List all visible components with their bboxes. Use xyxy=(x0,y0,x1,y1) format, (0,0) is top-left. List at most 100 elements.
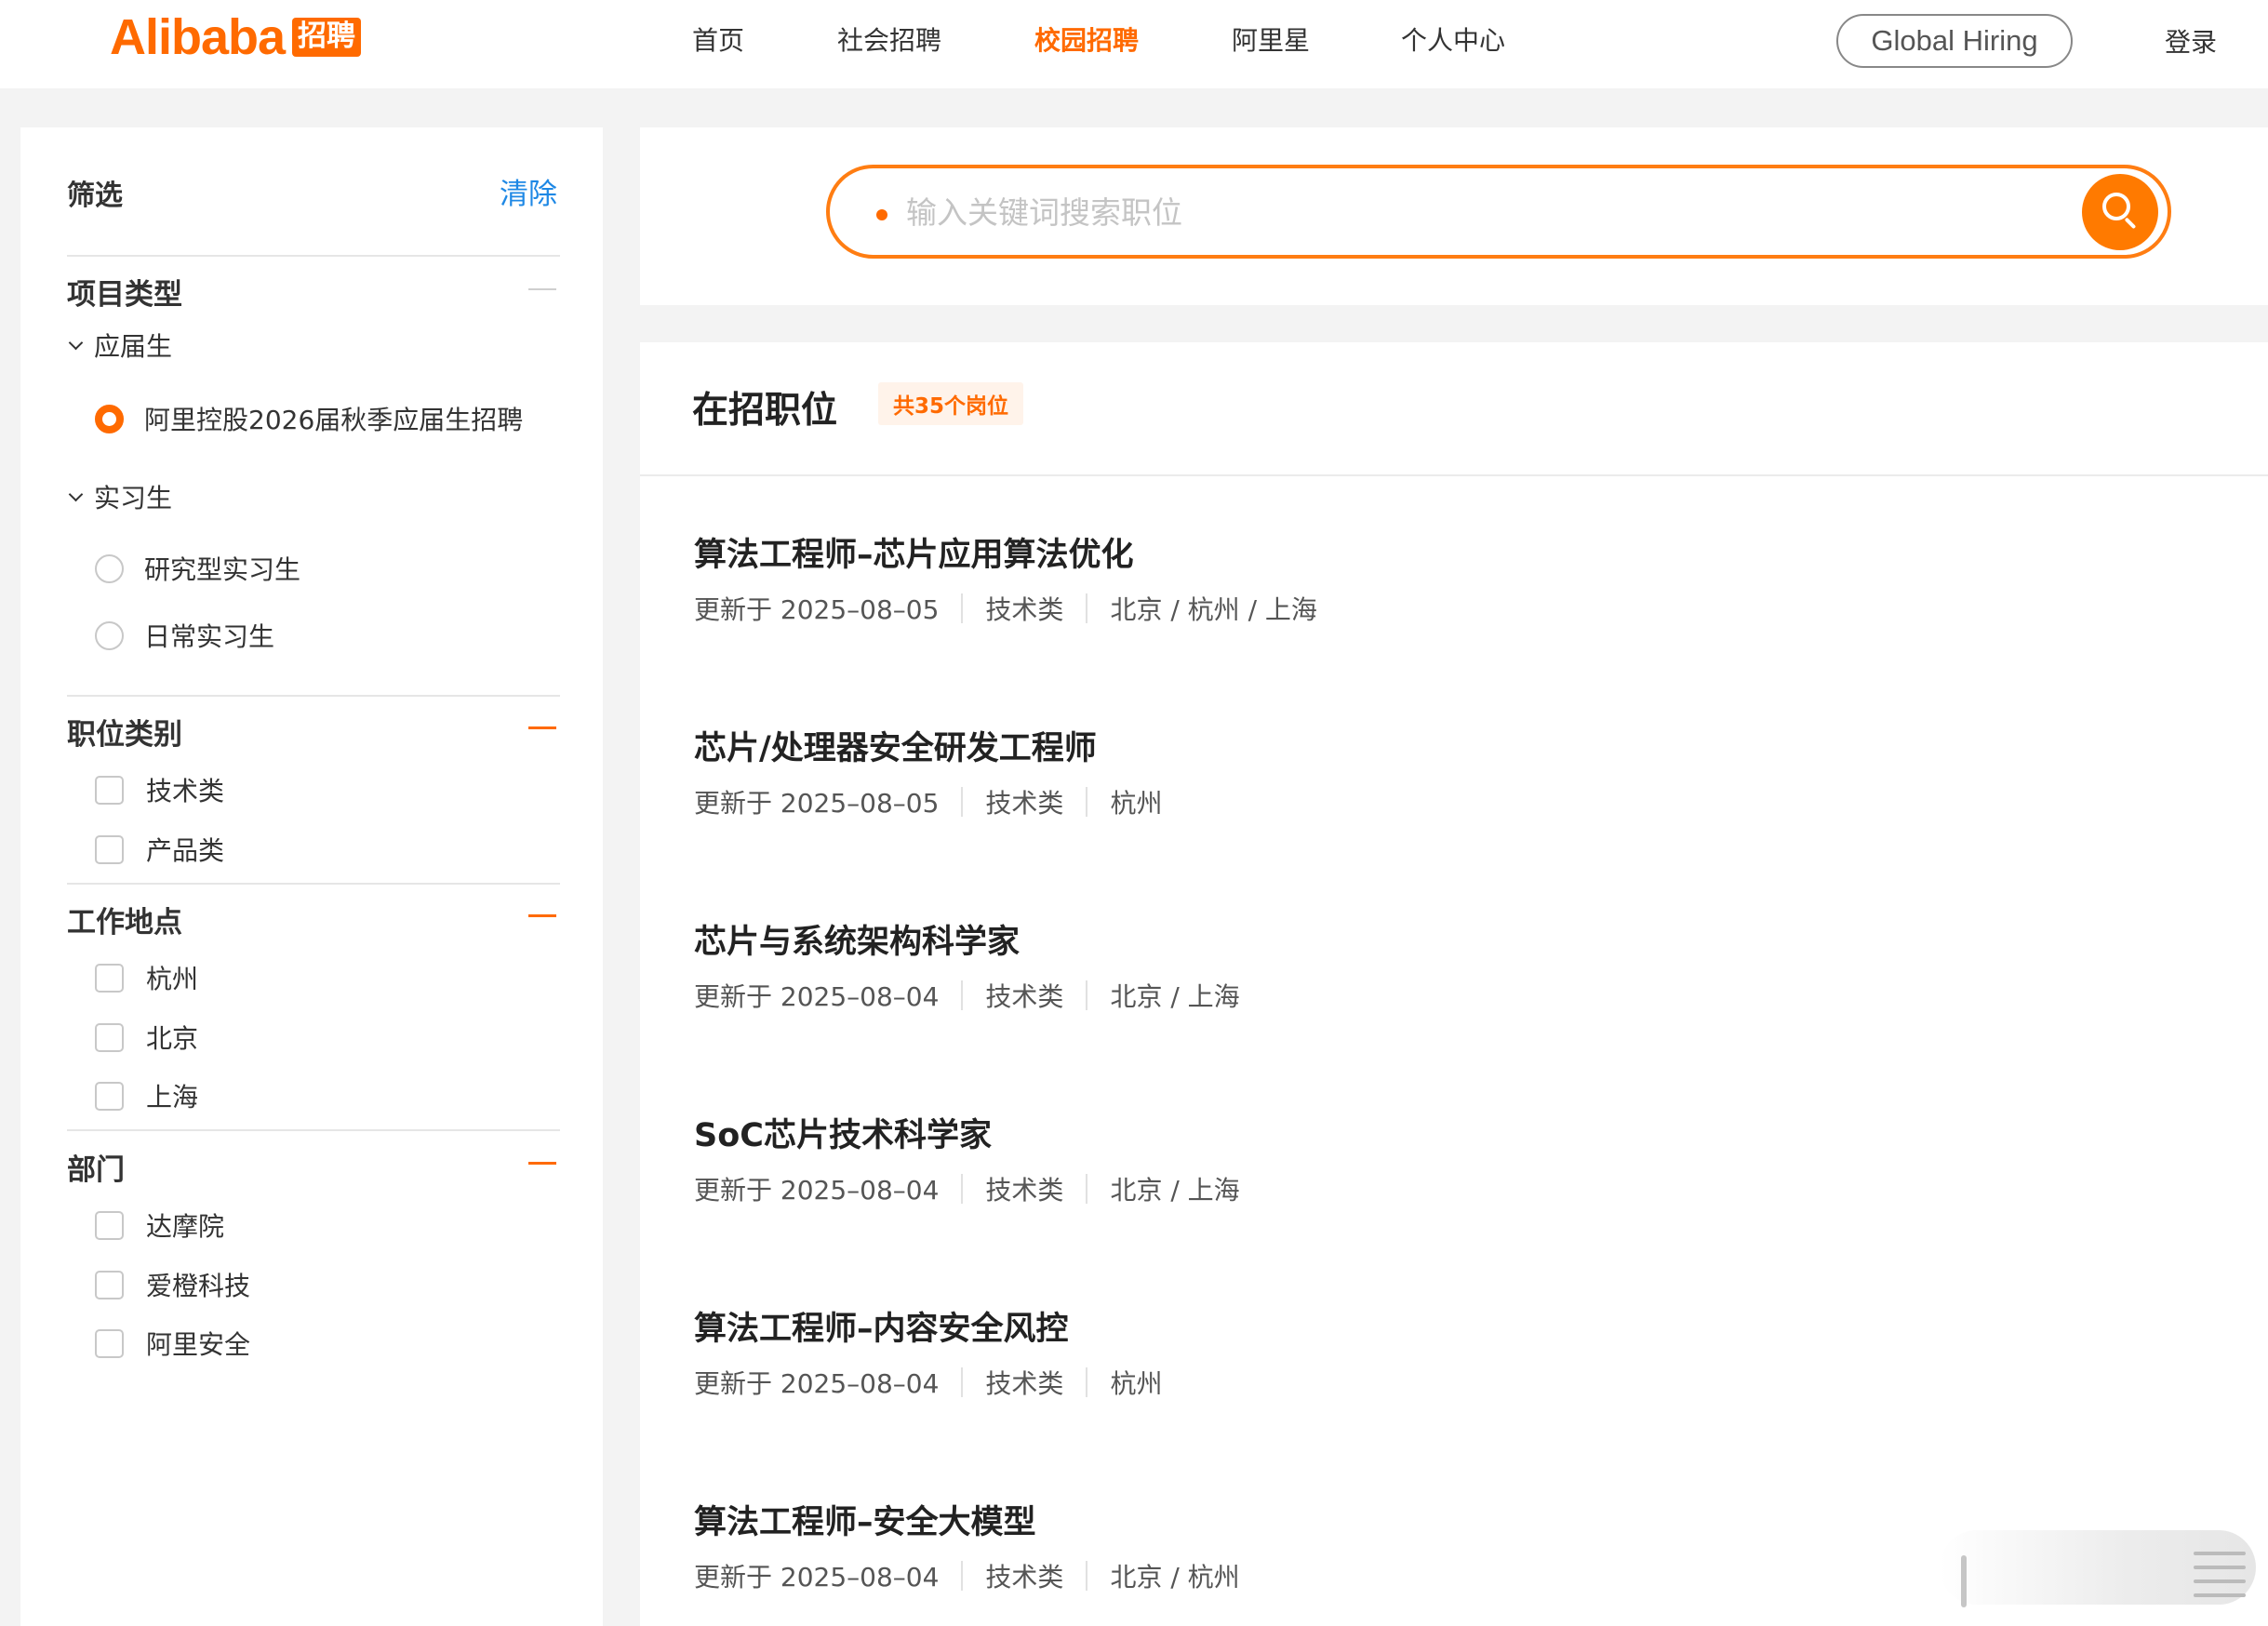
job-category: 技术类 xyxy=(985,594,1064,625)
divider xyxy=(67,1129,560,1131)
clear-filters-button[interactable]: 清除 xyxy=(500,170,557,212)
nav-ali-star[interactable]: 阿里星 xyxy=(1232,24,1310,58)
option-label: 爱橙科技 xyxy=(146,1271,251,1301)
radio-option-2026-autumn-graduate[interactable]: 阿里控股2026届秋季应届生招聘 xyxy=(95,400,523,437)
logo-badge: 招聘 xyxy=(292,18,362,57)
job-updated-date: 更新于 2025–08–05 xyxy=(694,594,940,625)
job-category: 技术类 xyxy=(985,1175,1064,1206)
job-title[interactable]: 算法工程师–芯片应用算法优化 xyxy=(694,528,1134,576)
job-meta: 更新于 2025–08–04 技术类 北京 / 上海 xyxy=(694,977,1240,1014)
minus-icon[interactable] xyxy=(528,1162,556,1165)
job-locations: 北京 / 上海 xyxy=(1110,981,1240,1012)
checkbox-icon xyxy=(95,963,124,993)
chevron-down-icon xyxy=(68,335,84,350)
job-title[interactable]: 算法工程师–内容安全风控 xyxy=(694,1302,1069,1350)
job-category: 技术类 xyxy=(985,788,1064,819)
meta-separator xyxy=(961,787,964,817)
alibaba-recruitment-logo[interactable]: Alibaba 招聘 xyxy=(110,9,362,65)
job-list-item[interactable]: SoC芯片技术科学家 更新于 2025–08–04 技术类 北京 / 上海 xyxy=(694,1109,2182,1220)
job-locations: 北京 / 杭州 / 上海 xyxy=(1110,594,1317,625)
job-title[interactable]: 算法工程师–安全大模型 xyxy=(694,1496,1036,1543)
nav-home[interactable]: 首页 xyxy=(692,24,744,58)
job-updated-date: 更新于 2025–08–04 xyxy=(694,1368,940,1399)
job-updated-date: 更新于 2025–08–05 xyxy=(694,788,940,819)
scroll-handle-icon[interactable] xyxy=(1961,1555,1967,1607)
radio-option-daily-intern[interactable]: 日常实习生 xyxy=(95,617,274,654)
minus-icon[interactable] xyxy=(528,914,556,917)
menu-icon[interactable] xyxy=(2194,1552,2246,1607)
job-title[interactable]: 芯片与系统架构科学家 xyxy=(694,915,1020,963)
job-list-item[interactable]: 芯片/处理器安全研发工程师 更新于 2025–08–05 技术类 杭州 xyxy=(694,722,2182,833)
job-meta: 更新于 2025–08–04 技术类 杭州 xyxy=(694,1364,1162,1401)
dot-icon xyxy=(876,209,887,220)
checkbox-option-damo-academy[interactable]: 达摩院 xyxy=(95,1206,224,1244)
job-meta: 更新于 2025–08–04 技术类 北京 / 上海 xyxy=(694,1170,1240,1207)
option-label: 阿里安全 xyxy=(146,1329,251,1360)
search-icon-handle xyxy=(2124,217,2137,230)
top-navigation-bar: Alibaba 招聘 首页 社会招聘 校园招聘 阿里星 个人中心 Global … xyxy=(0,0,2268,88)
checkbox-icon xyxy=(95,1210,124,1240)
section-title-project-type: 项目类型 xyxy=(67,278,182,312)
chevron-down-icon xyxy=(68,486,84,501)
job-list-item[interactable]: 算法工程师–内容安全风控 更新于 2025–08–04 技术类 杭州 xyxy=(694,1302,2182,1414)
meta-separator xyxy=(961,1367,964,1397)
nav-personal-center[interactable]: 个人中心 xyxy=(1401,24,1505,58)
job-locations: 杭州 xyxy=(1110,1368,1163,1399)
job-title[interactable]: 芯片/处理器安全研发工程师 xyxy=(694,722,1097,769)
radio-selected-icon xyxy=(95,404,124,433)
checkbox-option-hangzhou[interactable]: 杭州 xyxy=(95,959,198,996)
checkbox-option-product[interactable]: 产品类 xyxy=(95,831,224,868)
job-list-item[interactable]: 算法工程师–芯片应用算法优化 更新于 2025–08–05 技术类 北京 / 杭… xyxy=(694,528,2182,640)
divider xyxy=(67,883,560,885)
login-link[interactable]: 登录 xyxy=(2165,22,2217,60)
checkbox-option-tech[interactable]: 技术类 xyxy=(95,771,224,808)
option-label: 技术类 xyxy=(146,776,225,806)
logo-wordmark: Alibaba xyxy=(110,9,286,65)
option-label: 阿里控股2026届秋季应届生招聘 xyxy=(144,405,524,435)
job-list-item[interactable]: 芯片与系统架构科学家 更新于 2025–08–04 技术类 北京 / 上海 xyxy=(694,915,2182,1027)
meta-separator xyxy=(1086,787,1088,817)
job-locations: 北京 / 上海 xyxy=(1110,1175,1240,1206)
job-title[interactable]: SoC芯片技术科学家 xyxy=(694,1109,992,1156)
checkbox-option-shanghai[interactable]: 上海 xyxy=(95,1077,198,1114)
minus-icon[interactable] xyxy=(528,726,556,729)
meta-separator xyxy=(1086,980,1088,1010)
checkbox-option-beijing[interactable]: 北京 xyxy=(95,1019,198,1056)
job-category: 技术类 xyxy=(985,1562,1064,1593)
group-toggle-intern[interactable]: 实习生 xyxy=(67,478,172,515)
checkbox-icon xyxy=(95,1081,124,1111)
checkbox-option-ali-security[interactable]: 阿里安全 xyxy=(95,1325,250,1362)
section-title-location: 工作地点 xyxy=(67,906,182,940)
job-search-input[interactable] xyxy=(906,185,2022,239)
meta-separator xyxy=(961,593,964,623)
section-title-job-category: 职位类别 xyxy=(67,718,182,752)
nav-social-recruitment[interactable]: 社会招聘 xyxy=(837,24,941,58)
global-hiring-button[interactable]: Global Hiring xyxy=(1836,14,2073,68)
group-toggle-graduate[interactable]: 应届生 xyxy=(67,327,172,364)
checkbox-icon xyxy=(95,1270,124,1299)
meta-separator xyxy=(1086,593,1088,623)
filter-sidebar: 筛选 清除 项目类型 应届生 阿里控股2026届秋季应届生招聘 实习生 研究型实… xyxy=(20,127,603,1626)
checkbox-icon xyxy=(95,834,124,864)
divider xyxy=(67,255,560,257)
option-label: 杭州 xyxy=(146,964,199,994)
radio-option-research-intern[interactable]: 研究型实习生 xyxy=(95,550,300,587)
job-list-panel: 在招职位 共35个岗位 算法工程师–芯片应用算法优化 更新于 2025–08–0… xyxy=(640,342,2268,1626)
nav-campus-recruitment[interactable]: 校园招聘 xyxy=(1034,24,1139,58)
divider xyxy=(67,695,560,697)
search-icon xyxy=(2102,193,2130,220)
minus-icon[interactable] xyxy=(528,288,556,290)
meta-separator xyxy=(961,1561,964,1591)
meta-separator xyxy=(1086,1561,1088,1591)
meta-separator xyxy=(1086,1367,1088,1397)
group-label-graduate: 应届生 xyxy=(94,331,173,362)
option-label: 产品类 xyxy=(146,835,225,866)
option-label: 北京 xyxy=(146,1023,199,1054)
job-category: 技术类 xyxy=(985,981,1064,1012)
search-button[interactable] xyxy=(2082,174,2158,250)
checkbox-option-aicheng-tech[interactable]: 爱橙科技 xyxy=(95,1266,250,1303)
radio-icon xyxy=(95,553,124,583)
checkbox-icon xyxy=(95,775,124,805)
option-label: 日常实习生 xyxy=(144,621,275,652)
job-category: 技术类 xyxy=(985,1368,1064,1399)
